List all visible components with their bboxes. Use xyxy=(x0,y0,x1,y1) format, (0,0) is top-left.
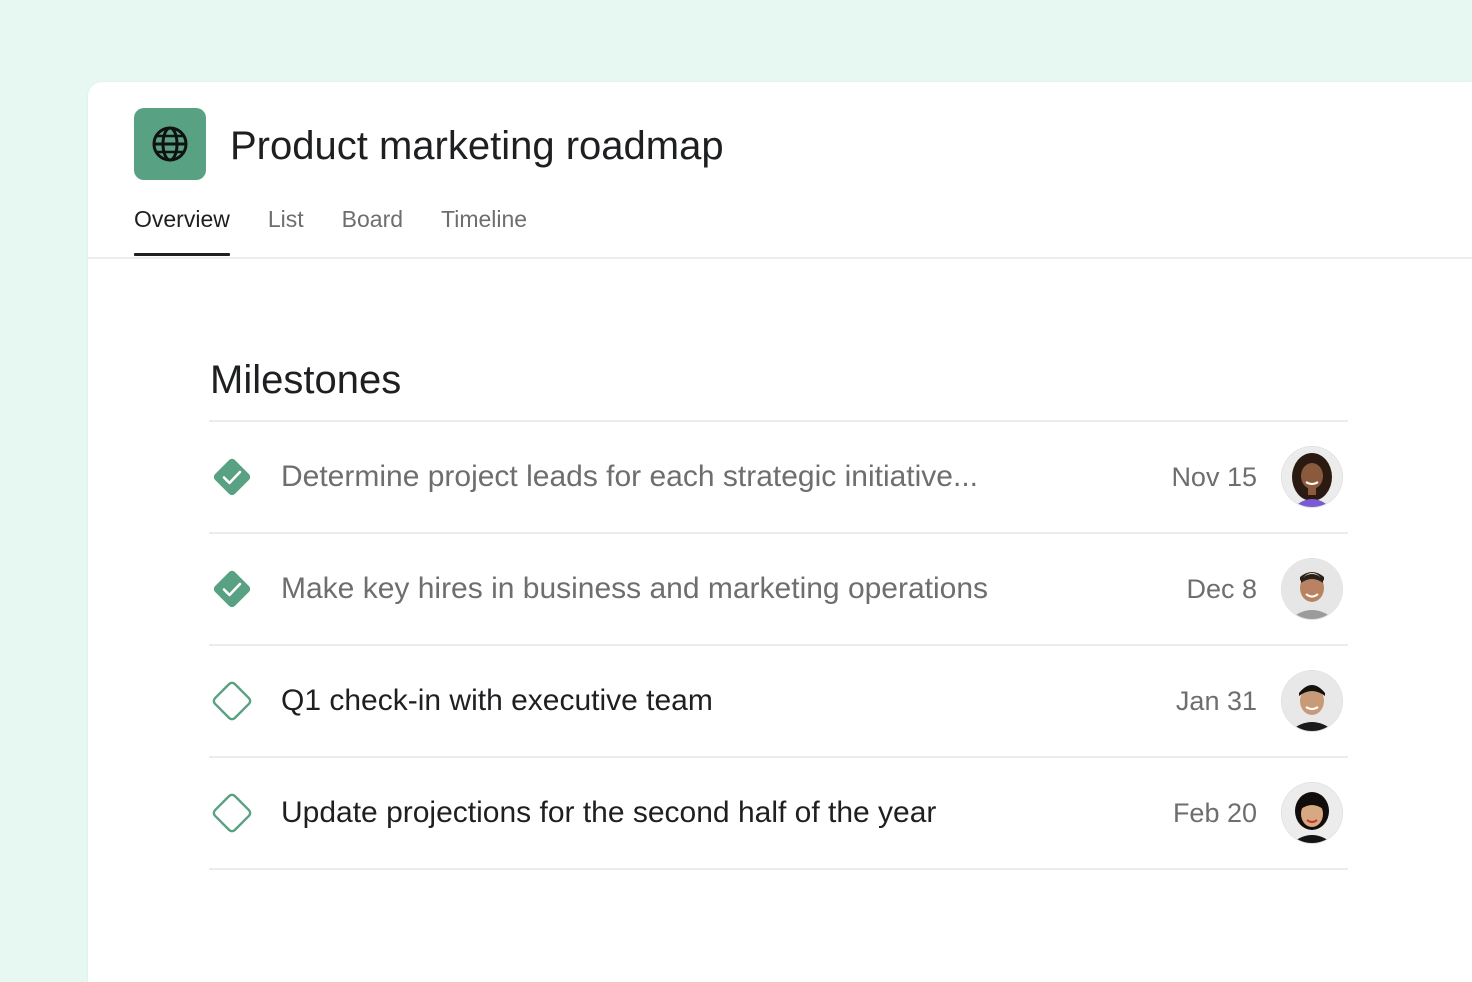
milestone-row[interactable]: Determine project leads for each strateg… xyxy=(209,422,1348,532)
avatar[interactable] xyxy=(1282,559,1342,619)
milestone-incomplete-icon[interactable] xyxy=(209,678,255,724)
project-tabs: Overview List Board Timeline xyxy=(134,200,565,258)
tabs-divider xyxy=(88,257,1472,259)
tab-timeline[interactable]: Timeline xyxy=(441,200,527,252)
milestone-complete-icon[interactable] xyxy=(209,454,255,500)
milestone-title[interactable]: Q1 check-in with executive team xyxy=(281,684,1117,718)
tab-overview[interactable]: Overview xyxy=(134,200,230,256)
globe-icon xyxy=(152,126,188,162)
milestone-due-date: Jan 31 xyxy=(1175,685,1257,716)
project-title: Product marketing roadmap xyxy=(230,124,724,168)
avatar[interactable] xyxy=(1282,447,1342,507)
milestone-incomplete-icon[interactable] xyxy=(209,790,255,836)
milestone-title[interactable]: Make key hires in business and marketing… xyxy=(281,572,1117,606)
tab-board[interactable]: Board xyxy=(342,200,403,252)
milestone-row[interactable]: Update projections for the second half o… xyxy=(209,758,1348,868)
milestone-complete-icon[interactable] xyxy=(209,566,255,612)
milestone-row[interactable]: Q1 check-in with executive team Jan 31 xyxy=(209,646,1348,756)
tab-list[interactable]: List xyxy=(268,200,304,252)
milestone-due-date: Feb 20 xyxy=(1172,797,1257,828)
milestone-title[interactable]: Determine project leads for each strateg… xyxy=(281,460,1117,494)
project-card: Product marketing roadmap Overview List … xyxy=(88,82,1472,982)
milestones-list: Determine project leads for each strateg… xyxy=(209,420,1348,870)
milestone-due-date: Dec 8 xyxy=(1186,573,1257,604)
milestone-row[interactable]: Make key hires in business and marketing… xyxy=(209,534,1348,644)
divider xyxy=(209,868,1348,870)
avatar[interactable] xyxy=(1282,783,1342,843)
milestone-due-date: Nov 15 xyxy=(1171,461,1257,492)
project-icon[interactable] xyxy=(134,108,206,180)
avatar[interactable] xyxy=(1282,671,1342,731)
milestones-heading: Milestones xyxy=(210,358,402,402)
milestone-title[interactable]: Update projections for the second half o… xyxy=(281,796,1117,830)
